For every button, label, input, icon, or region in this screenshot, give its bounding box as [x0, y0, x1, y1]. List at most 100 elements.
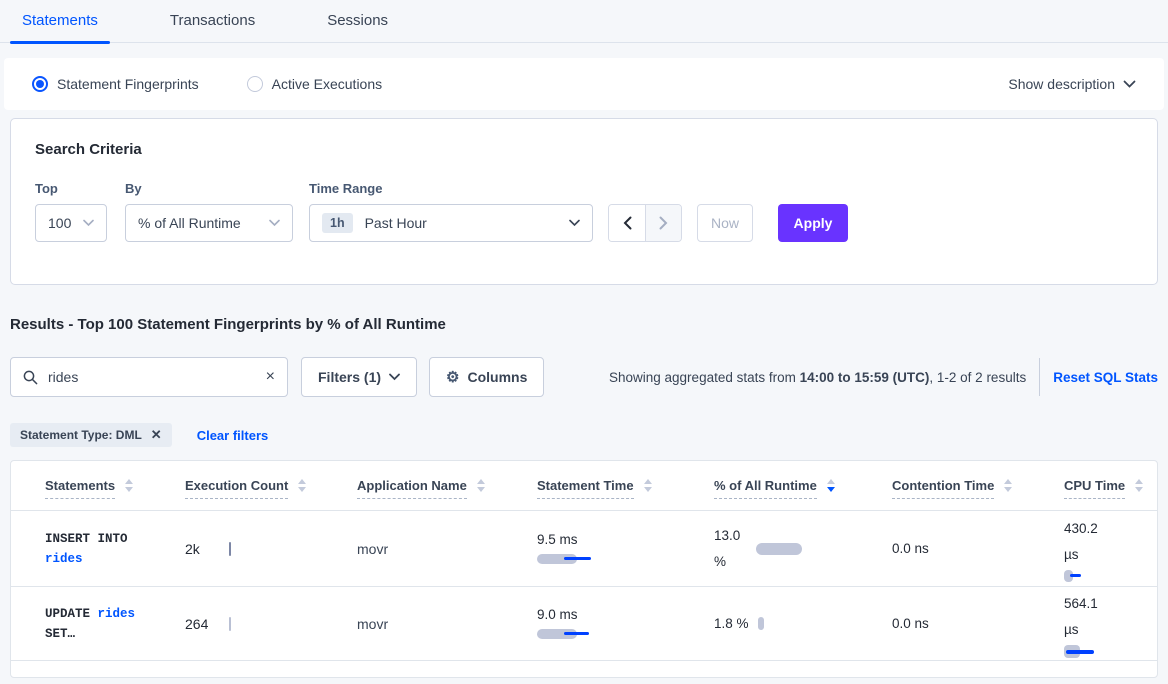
show-description-toggle[interactable]: Show description [1008, 76, 1136, 92]
tab-transactions[interactable]: Transactions [158, 2, 267, 42]
view-toggle-panel: Statement Fingerprints Active Executions… [4, 58, 1164, 110]
sort-icon-active-desc [827, 479, 835, 492]
table-row: INSERT INTO rides 2k movr 9.5 ms 13.0 % … [11, 511, 1157, 587]
sort-icon [644, 479, 652, 492]
statement-link[interactable]: INSERT INTO rides [45, 529, 185, 569]
statements-table: Statements Execution Count Application N… [10, 460, 1158, 678]
cpu-time-cell: 564.1 µs [1064, 591, 1157, 657]
time-range-value: Past Hour [365, 215, 427, 231]
tab-sessions[interactable]: Sessions [315, 2, 400, 42]
cpu-time-cell: 430.2 µs [1064, 516, 1157, 582]
search-box: × [10, 357, 288, 397]
time-range-label: Time Range [309, 181, 593, 196]
top-select[interactable]: 100 [35, 204, 107, 242]
gear-icon: ⚙ [446, 370, 459, 385]
statement-time-cell: 9.0 ms [537, 607, 714, 640]
apply-button[interactable]: Apply [778, 204, 848, 242]
time-range-badge: 1h [322, 213, 353, 233]
pct-runtime-bar [756, 543, 802, 555]
radio-active-executions-label: Active Executions [272, 76, 383, 92]
table-row: UPDATE rides SET… 264 movr 9.0 ms 1.8 % … [11, 587, 1157, 661]
cpu-time-bar [1064, 645, 1104, 657]
sort-icon [1135, 479, 1143, 492]
time-pagination-group [608, 204, 682, 242]
sort-icon [1004, 479, 1012, 492]
statement-time-cell: 9.5 ms [537, 532, 714, 565]
tab-statements[interactable]: Statements [10, 2, 110, 42]
statement-time-bar [537, 628, 597, 640]
by-label: By [125, 181, 293, 196]
column-header-execution-count[interactable]: Execution Count [185, 473, 357, 499]
clear-search-icon[interactable]: × [266, 369, 275, 385]
sort-icon [477, 479, 485, 492]
search-criteria-card: Search Criteria Top 100 By % of All Runt… [10, 118, 1158, 285]
top-label: Top [35, 181, 107, 196]
columns-button-label: Columns [467, 369, 527, 385]
stats-time-range: 14:00 to 15:59 (UTC) [800, 370, 930, 385]
radio-selected-icon [32, 76, 48, 92]
table-name-link[interactable]: rides [45, 552, 83, 566]
chevron-down-icon [389, 373, 400, 381]
reset-sql-stats-link[interactable]: Reset SQL Stats [1053, 370, 1158, 385]
table-name-link[interactable]: rides [98, 607, 136, 621]
statement-link[interactable]: UPDATE rides SET… [45, 604, 185, 644]
contention-time-cell: 0.0 ns [892, 541, 1064, 556]
next-time-button[interactable] [645, 205, 681, 241]
filters-button[interactable]: Filters (1) [301, 357, 417, 397]
statement-time-bar [537, 553, 597, 565]
filter-chip-statement-type: Statement Type: DML ✕ [10, 423, 172, 447]
by-select[interactable]: % of All Runtime [125, 204, 293, 242]
pct-runtime-cell: 1.8 % [714, 616, 892, 631]
column-header-pct-of-all-runtime[interactable]: % of All Runtime [714, 473, 892, 499]
chevron-down-icon [569, 219, 580, 227]
cpu-time-bar [1064, 570, 1104, 582]
sql-activity-tabbar: Statements Transactions Sessions [0, 0, 1168, 43]
search-icon [23, 370, 38, 385]
column-header-contention-time[interactable]: Contention Time [892, 473, 1064, 499]
radio-statement-fingerprints-label: Statement Fingerprints [57, 76, 199, 92]
top-select-value: 100 [48, 215, 71, 231]
search-input[interactable] [48, 369, 256, 385]
aggregated-stats-text: Showing aggregated stats from 14:00 to 1… [609, 370, 1026, 385]
execution-count-bar [229, 617, 231, 631]
now-button[interactable]: Now [697, 204, 753, 242]
by-field: By % of All Runtime [107, 181, 293, 242]
by-select-value: % of All Runtime [138, 215, 241, 231]
column-header-cpu-time[interactable]: CPU Time [1064, 473, 1157, 499]
search-criteria-title: Search Criteria [35, 141, 1133, 158]
sort-icon [298, 479, 306, 492]
pct-runtime-bar [758, 617, 764, 630]
contention-time-cell: 0.0 ns [892, 616, 1064, 631]
chevron-down-icon [1123, 80, 1136, 89]
filters-button-label: Filters (1) [318, 369, 381, 385]
results-toolbar: × Filters (1) ⚙ Columns Showing aggregat… [10, 357, 1158, 397]
table-header-row: Statements Execution Count Application N… [11, 461, 1157, 511]
pct-runtime-cell: 13.0 % [714, 523, 892, 575]
clear-filters-link[interactable]: Clear filters [197, 428, 269, 443]
execution-count-cell: 2k [185, 541, 357, 557]
columns-button[interactable]: ⚙ Columns [429, 357, 544, 397]
show-description-label: Show description [1008, 76, 1115, 92]
application-name-cell: movr [357, 616, 537, 632]
previous-time-button[interactable] [609, 205, 645, 241]
remove-filter-icon[interactable]: ✕ [151, 427, 162, 443]
execution-count-bar [229, 542, 231, 556]
chevron-down-icon [269, 219, 280, 227]
application-name-cell: movr [357, 541, 537, 557]
time-range-field: Time Range 1h Past Hour [293, 181, 593, 242]
sort-icon [125, 479, 133, 492]
top-field: Top 100 [35, 181, 107, 242]
filter-chip-row: Statement Type: DML ✕ Clear filters [10, 423, 1158, 447]
results-heading: Results - Top 100 Statement Fingerprints… [10, 316, 1158, 333]
toolbar-divider [1039, 358, 1040, 396]
chevron-down-icon [83, 219, 94, 227]
filter-chip-label: Statement Type: DML [20, 428, 142, 442]
radio-statement-fingerprints[interactable]: Statement Fingerprints [32, 76, 199, 92]
time-range-select[interactable]: 1h Past Hour [309, 204, 593, 242]
radio-active-executions[interactable]: Active Executions [247, 76, 383, 92]
execution-count-cell: 264 [185, 616, 357, 632]
radio-unselected-icon [247, 76, 263, 92]
column-header-statement-time[interactable]: Statement Time [537, 473, 714, 499]
column-header-application-name[interactable]: Application Name [357, 473, 537, 499]
column-header-statements[interactable]: Statements [45, 473, 185, 499]
